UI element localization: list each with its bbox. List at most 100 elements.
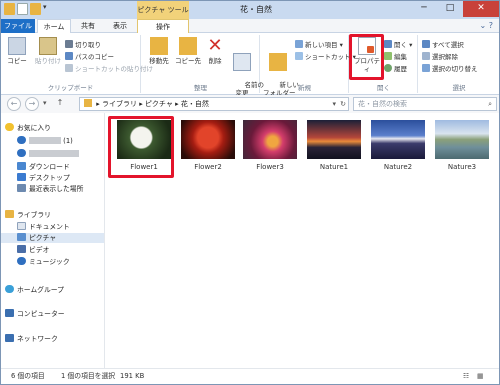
- nav-onedrive[interactable]: (1): [17, 136, 73, 146]
- address-bar[interactable]: ▸ ライブラリ ▸ ピクチャ ▸ 花・自然 ▾ ↻: [79, 97, 349, 111]
- nav-music-label: ミュージック: [29, 258, 70, 266]
- history-button[interactable]: 履歴: [384, 64, 407, 73]
- copy-path-icon: [65, 52, 73, 60]
- open-button[interactable]: 開く ▾: [384, 40, 412, 49]
- shortcut-icon: [295, 52, 303, 60]
- new-folder-icon[interactable]: [30, 3, 41, 15]
- shortcut-button[interactable]: ショートカット ▾: [295, 52, 356, 61]
- edit-button[interactable]: 編集: [384, 52, 407, 61]
- nav-desktop[interactable]: デスクトップ: [17, 173, 70, 183]
- copy-path-button[interactable]: パスのコピー: [65, 52, 114, 61]
- file-name: Nature1: [319, 163, 349, 171]
- nav-recent[interactable]: 最近表示した場所: [17, 184, 83, 194]
- details-view-icon[interactable]: ☷: [463, 369, 469, 383]
- minimize-button[interactable]: ─: [411, 1, 437, 17]
- nav-homegroup[interactable]: ホームグループ: [5, 285, 64, 295]
- select-all-button[interactable]: すべて選択: [422, 40, 464, 49]
- nav-videos[interactable]: ビデオ: [17, 245, 49, 255]
- rename-icon: [233, 53, 251, 71]
- copy-to-label: コピー先: [175, 57, 201, 65]
- nav-music[interactable]: ミュージック: [17, 257, 70, 267]
- paste-shortcut-button[interactable]: ショートカットの貼り付け: [65, 64, 153, 73]
- group-organize: 移動先 コピー先 ✕ 削除 名前の 変更 整理: [142, 35, 264, 97]
- navigation-pane: お気に入り (1) ダウンロード デスクトップ 最近表示した場所 ライブラリ ド…: [1, 113, 105, 368]
- homegroup-icon: [5, 285, 14, 293]
- invert-selection-label: 選択の切り替え: [432, 65, 478, 73]
- thumbnail: [181, 120, 235, 159]
- scissors-icon: [65, 40, 73, 48]
- select-none-button[interactable]: 選択解除: [422, 52, 458, 61]
- copy-button[interactable]: コピー: [5, 37, 29, 65]
- paste-label: 貼り付け: [35, 57, 61, 65]
- move-to-button[interactable]: 移動先: [146, 37, 172, 65]
- forward-button[interactable]: →: [25, 97, 39, 111]
- nav-downloads[interactable]: ダウンロード: [17, 162, 70, 172]
- nav-videos-label: ビデオ: [29, 246, 50, 254]
- computer-icon: [5, 309, 14, 317]
- nav-libraries[interactable]: ライブラリ: [5, 210, 51, 220]
- history-icon: [384, 64, 392, 72]
- nav-onedrive-count: (1): [63, 137, 73, 145]
- network-icon: [5, 334, 14, 342]
- nav-network-label: ネットワーク: [17, 335, 58, 343]
- copy-to-button[interactable]: コピー先: [174, 37, 202, 65]
- tab-manage[interactable]: 操作: [137, 19, 189, 34]
- back-button[interactable]: ←: [7, 97, 21, 111]
- paste-button[interactable]: 貼り付け: [33, 37, 63, 65]
- selected-count: 1 個の項目を選択: [61, 372, 116, 380]
- nav-libraries-label: ライブラリ: [17, 211, 51, 219]
- recent-places-icon: [17, 184, 26, 192]
- invert-selection-button[interactable]: 選択の切り替え: [422, 64, 478, 73]
- library-icon: [5, 210, 14, 218]
- copy-label: コピー: [7, 57, 27, 65]
- music-icon: [17, 257, 26, 265]
- tab-home[interactable]: ホーム: [37, 19, 71, 34]
- properties-icon[interactable]: [17, 3, 28, 15]
- nav-network[interactable]: ネットワーク: [5, 334, 58, 344]
- library-folder-icon: [84, 99, 92, 107]
- address-dropdown-icon[interactable]: ▾: [332, 98, 336, 110]
- nav-documents[interactable]: ドキュメント: [17, 222, 70, 232]
- documents-icon: [17, 222, 26, 230]
- copy-path-label: パスのコピー: [75, 53, 114, 61]
- new-item-button[interactable]: 新しい項目 ▾: [295, 40, 343, 49]
- maximize-button[interactable]: □: [437, 1, 463, 17]
- select-none-icon: [422, 52, 430, 60]
- select-all-icon: [422, 40, 430, 48]
- refresh-icon[interactable]: ↻: [340, 98, 346, 110]
- select-all-label: すべて選択: [432, 41, 464, 49]
- redacted-name: [29, 150, 79, 157]
- nav-pictures[interactable]: ピクチャ: [1, 233, 104, 243]
- search-placeholder: 花・自然の検索: [358, 100, 407, 108]
- nav-computer[interactable]: コンピューター: [5, 309, 65, 319]
- selection-highlight-flower1: [108, 116, 174, 178]
- highlight-properties-button: [349, 34, 384, 80]
- tab-file[interactable]: ファイル: [1, 19, 35, 33]
- cloud-icon: [17, 136, 26, 144]
- breadcrumb[interactable]: ▸ ライブラリ ▸ ピクチャ ▸ 花・自然: [96, 100, 209, 108]
- folder-icon[interactable]: [4, 3, 15, 15]
- large-icons-view-icon[interactable]: ▦: [477, 369, 483, 383]
- new-folder-big-icon: [269, 53, 287, 71]
- up-button[interactable]: ↑: [53, 97, 67, 111]
- close-button[interactable]: ✕: [463, 1, 499, 17]
- pictures-icon: [17, 233, 26, 241]
- help-icon[interactable]: ⌄ ?: [480, 21, 494, 30]
- nav-favorites-label: お気に入り: [17, 124, 51, 132]
- selected-size: 191 KB: [120, 372, 145, 380]
- tab-view[interactable]: 表示: [105, 19, 135, 33]
- nav-computer-label: コンピューター: [17, 310, 65, 318]
- nav-favorites[interactable]: お気に入り: [5, 123, 51, 133]
- nav-recent-label: 最近表示した場所: [29, 185, 84, 193]
- search-input[interactable]: 花・自然の検索 ⌕: [353, 97, 497, 111]
- chevron-down-icon[interactable]: ▾: [43, 3, 47, 15]
- recent-locations-icon[interactable]: ▾: [43, 99, 47, 107]
- quick-access-toolbar: ▾: [4, 3, 47, 15]
- nav-unnamed[interactable]: [17, 149, 79, 159]
- file-name: Nature2: [383, 163, 413, 171]
- tab-share[interactable]: 共有: [73, 19, 103, 33]
- cut-button[interactable]: 切り取り: [65, 40, 101, 49]
- delete-button[interactable]: ✕ 削除: [204, 37, 226, 66]
- download-icon: [17, 162, 26, 170]
- videos-icon: [17, 245, 26, 253]
